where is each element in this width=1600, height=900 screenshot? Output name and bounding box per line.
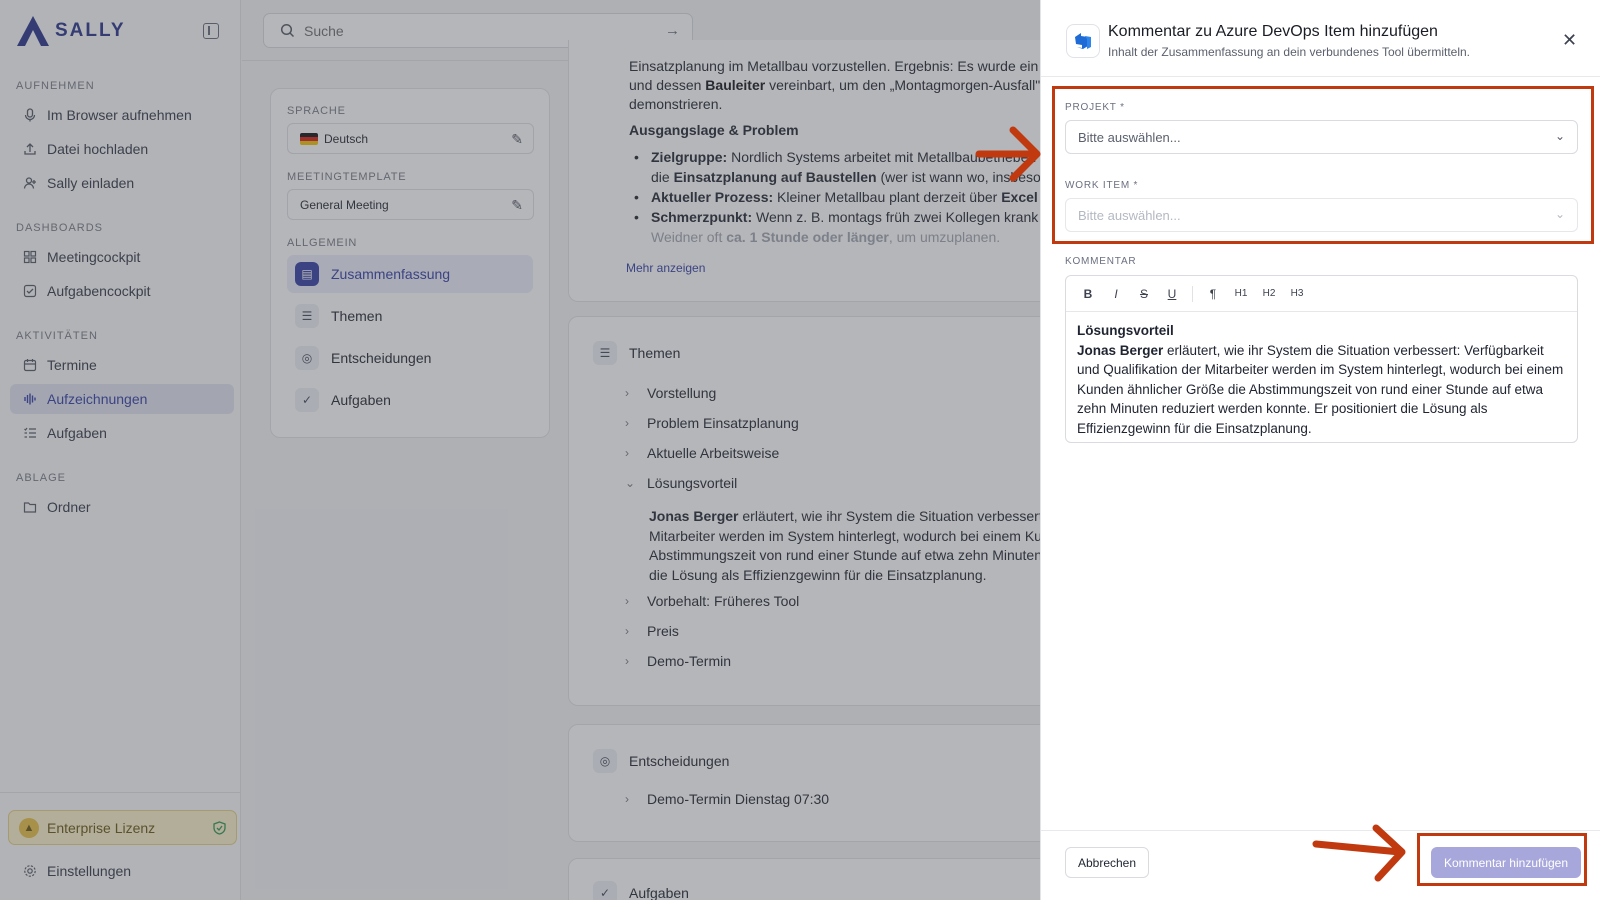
underline-button[interactable]: U bbox=[1160, 282, 1184, 306]
highlight-box-submit bbox=[1417, 833, 1587, 886]
cancel-button[interactable]: Abbrechen bbox=[1065, 847, 1149, 878]
editor-toolbar: B I S U ¶ H1 H2 H3 bbox=[1066, 276, 1577, 312]
comment-paragraph: Jonas Berger erläutert, wie ihr System d… bbox=[1077, 342, 1564, 436]
comment-heading: Lösungsvorteil bbox=[1077, 323, 1174, 338]
paragraph-button[interactable]: ¶ bbox=[1201, 282, 1225, 306]
highlight-box-fields bbox=[1052, 86, 1594, 244]
comment-text[interactable]: Lösungsvorteil Jonas Berger erläutert, w… bbox=[1066, 312, 1577, 447]
close-icon[interactable]: ✕ bbox=[1562, 30, 1577, 51]
comment-label: KOMMENTAR bbox=[1065, 256, 1137, 267]
drawer-subtitle: Inhalt der Zusammenfassung an dein verbu… bbox=[1108, 45, 1470, 59]
bold-button[interactable]: B bbox=[1076, 282, 1100, 306]
heading2-button[interactable]: H2 bbox=[1257, 282, 1281, 306]
modal-backdrop[interactable] bbox=[0, 0, 1040, 900]
azure-devops-icon bbox=[1066, 24, 1100, 58]
strikethrough-button[interactable]: S bbox=[1132, 282, 1156, 306]
annotation-arrow-icon bbox=[1312, 824, 1406, 882]
annotation-arrow-icon bbox=[975, 126, 1041, 182]
drawer-divider bbox=[1041, 76, 1600, 77]
heading1-button[interactable]: H1 bbox=[1229, 282, 1253, 306]
toolbar-separator bbox=[1192, 285, 1193, 302]
comment-editor[interactable]: B I S U ¶ H1 H2 H3 Lösungsvorteil Jonas … bbox=[1065, 275, 1578, 443]
drawer-title: Kommentar zu Azure DevOps Item hinzufüge… bbox=[1108, 23, 1438, 40]
italic-button[interactable]: I bbox=[1104, 282, 1128, 306]
heading3-button[interactable]: H3 bbox=[1285, 282, 1309, 306]
